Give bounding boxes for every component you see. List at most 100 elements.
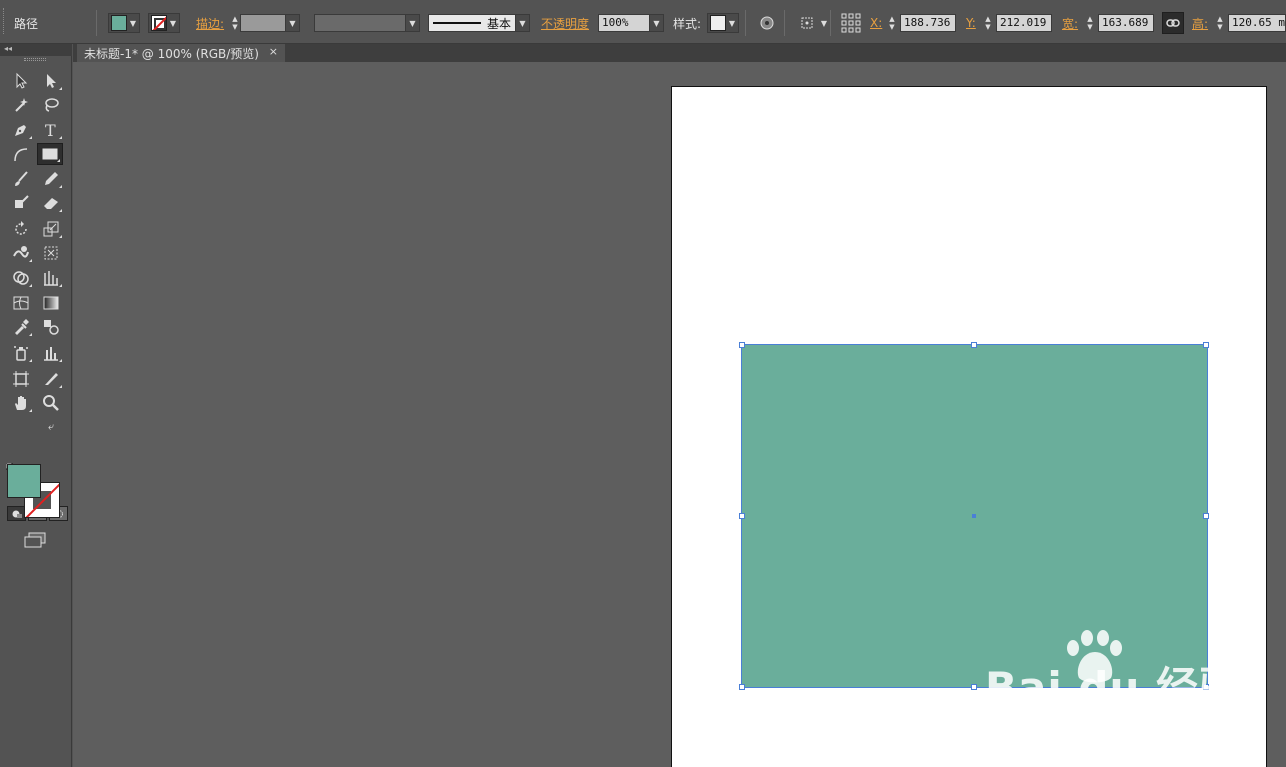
resize-handle-bottom-left[interactable]	[739, 684, 745, 690]
constrain-proportions-button[interactable]	[1162, 12, 1184, 34]
y-label-text[interactable]: Y:	[966, 16, 976, 30]
recolor-artwork-icon[interactable]	[756, 12, 778, 34]
zoom-tool[interactable]	[38, 392, 64, 414]
blend-tool[interactable]	[38, 316, 64, 338]
x-input[interactable]: 188.736 ı	[900, 14, 956, 32]
eyedropper-tool[interactable]	[8, 316, 34, 338]
width-label[interactable]: 宽:	[1062, 12, 1078, 34]
y-input[interactable]: 212.019 ı	[996, 14, 1052, 32]
selection-tool[interactable]	[8, 70, 34, 92]
stroke-weight-dropdown[interactable]: ▼	[286, 14, 300, 32]
height-label-text[interactable]: 高:	[1192, 15, 1208, 32]
width-control[interactable]: ▲▼ 163.689 ı	[1085, 12, 1154, 34]
blob-brush-tool[interactable]	[8, 192, 34, 214]
rotate-tool[interactable]	[8, 218, 34, 240]
artboard-icon	[13, 371, 29, 387]
pen-tool[interactable]	[8, 119, 34, 141]
perspective-grid-tool[interactable]	[38, 267, 64, 289]
paintbrush-tool[interactable]	[8, 168, 34, 190]
collapse-panel-icon[interactable]: ◂◂	[4, 44, 12, 53]
pencil-tool[interactable]	[38, 168, 64, 190]
mesh-tool[interactable]	[8, 292, 34, 314]
opacity-input[interactable]: 100%	[598, 14, 650, 32]
height-input[interactable]: 120.65 mm	[1228, 14, 1286, 32]
stroke-weight-control[interactable]: ▲ ▼ ▼	[230, 12, 300, 34]
column-graph-tool[interactable]	[38, 342, 64, 364]
free-transform-tool[interactable]	[38, 242, 64, 264]
y-control[interactable]: ▲▼ 212.019 ı	[983, 12, 1052, 34]
width-label-text[interactable]: 宽:	[1062, 15, 1078, 32]
close-icon[interactable]: ×	[269, 45, 278, 58]
link-icon[interactable]	[1162, 12, 1184, 34]
x-control[interactable]: ▲▼ 188.736 ı	[887, 12, 956, 34]
y-stepper[interactable]: ▲ ▼	[983, 13, 993, 33]
stroke-label[interactable]: 描边:	[196, 12, 224, 34]
document-tab[interactable]: 未标题-1* @ 100% (RGB/预览) ×	[77, 44, 285, 62]
height-stepper[interactable]: ▲ ▼	[1215, 13, 1225, 33]
resize-handle-left[interactable]	[739, 513, 745, 519]
x-label-text[interactable]: X:	[870, 16, 882, 30]
canvas-area[interactable]: Bai du 经验 jingyan.baidu.com	[73, 62, 1286, 767]
x-label[interactable]: X:	[870, 12, 882, 34]
align-options-button[interactable]: ▼	[796, 12, 830, 34]
slice-tool[interactable]	[38, 368, 64, 390]
height-label[interactable]: 高:	[1192, 12, 1208, 34]
brush-definition-field[interactable]: 基本	[428, 14, 516, 32]
stroke-weight-input[interactable]	[240, 14, 286, 32]
fill-swatch-button[interactable]: ▼	[108, 13, 140, 33]
y-label[interactable]: Y:	[966, 12, 976, 34]
symbol-sprayer-tool[interactable]	[8, 342, 34, 364]
fill-color-picker[interactable]: ▼	[108, 12, 140, 34]
graphic-style-picker[interactable]: ▼	[707, 12, 739, 34]
swap-fill-stroke-icon[interactable]: ⤶	[48, 420, 54, 434]
separator	[830, 10, 831, 36]
type-tool[interactable]: T	[38, 119, 64, 141]
variable-width-profile[interactable]: ▼	[314, 12, 420, 34]
artboard-tool[interactable]	[8, 368, 34, 390]
magic-wand-tool[interactable]	[8, 94, 34, 116]
opacity-dropdown[interactable]: ▼	[650, 14, 664, 32]
fill-color-swatch[interactable]	[7, 464, 41, 498]
opacity-label[interactable]: 不透明度	[541, 12, 589, 34]
shape-builder-tool[interactable]	[8, 267, 34, 289]
variable-width-dropdown[interactable]: ▼	[406, 14, 420, 32]
resize-handle-top-left[interactable]	[739, 342, 745, 348]
control-bar-grip[interactable]	[3, 8, 6, 34]
direct-selection-tool[interactable]	[38, 70, 64, 92]
tools-panel-grip[interactable]	[24, 58, 46, 61]
opacity-label-text[interactable]: 不透明度	[541, 15, 589, 32]
magnifier-icon	[43, 395, 59, 411]
tools-panel-header[interactable]: ◂◂	[0, 44, 72, 56]
hand-tool[interactable]	[8, 392, 34, 414]
variable-width-profile-field[interactable]	[314, 14, 406, 32]
slice-knife-icon	[45, 373, 58, 385]
change-screen-mode-button[interactable]	[24, 532, 46, 551]
resize-handle-top[interactable]	[971, 342, 977, 348]
eraser-tool[interactable]	[38, 192, 64, 214]
opacity-control[interactable]: 100% ▼	[598, 12, 664, 34]
align-to-selection-icon[interactable]	[796, 12, 818, 34]
rectangle-tool[interactable]	[37, 143, 63, 165]
scale-tool[interactable]	[38, 218, 64, 240]
reference-point-grid[interactable]	[840, 12, 862, 34]
graphic-style-button[interactable]: ▼	[707, 13, 739, 33]
warp-tool[interactable]	[8, 242, 34, 264]
x-stepper[interactable]: ▲ ▼	[887, 13, 897, 33]
width-input[interactable]: 163.689 ı	[1098, 14, 1154, 32]
lasso-tool[interactable]	[38, 94, 64, 116]
stroke-label-text[interactable]: 描边:	[196, 15, 224, 32]
stroke-weight-stepper[interactable]: ▲ ▼	[230, 13, 240, 33]
stroke-swatch-button[interactable]: ▼	[148, 13, 180, 33]
height-control[interactable]: ▲ ▼ 120.65 mm	[1215, 12, 1286, 34]
reference-point-icon[interactable]	[840, 12, 862, 34]
brush-definition[interactable]: 基本 ▼	[428, 12, 530, 34]
recolor-artwork-button[interactable]	[756, 12, 778, 34]
stroke-color-picker[interactable]: ▼	[148, 12, 180, 34]
width-stepper[interactable]: ▲ ▼	[1085, 13, 1095, 33]
resize-handle-top-right[interactable]	[1203, 342, 1209, 348]
line-segment-tool[interactable]	[8, 144, 34, 166]
resize-handle-bottom[interactable]	[971, 684, 977, 690]
resize-handle-right[interactable]	[1203, 513, 1209, 519]
brush-definition-dropdown[interactable]: ▼	[516, 14, 530, 32]
gradient-tool[interactable]	[38, 292, 64, 314]
